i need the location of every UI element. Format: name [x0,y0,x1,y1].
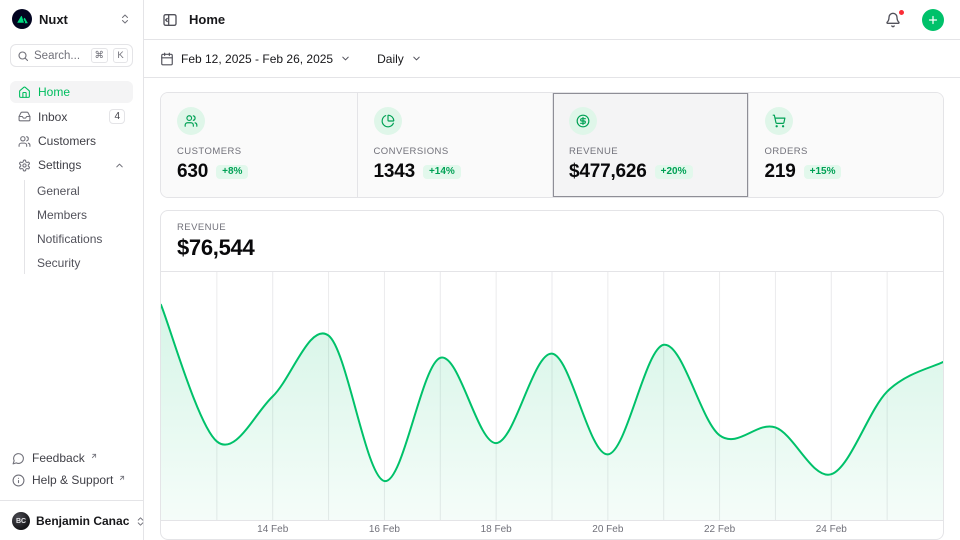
period-select[interactable]: Daily [377,52,422,66]
page-title: Home [189,12,874,27]
dashboard-app: Nuxt Search... ⌘ K Home [0,0,960,540]
x-tick-label: 20 Feb [592,524,623,535]
side-link-label: Help & Support [32,473,113,487]
page-header: Home [144,0,960,40]
workspace-switcher[interactable]: Nuxt [10,9,133,29]
sidebar-item-members[interactable]: Members [33,204,133,226]
stat-value: 1343 [374,161,415,183]
stat-card-revenue[interactable]: REVENUE $477,626 +20% [552,93,748,197]
chart-value: $76,544 [177,235,927,261]
side-link-label: Feedback [32,451,85,465]
home-icon [18,86,31,99]
users-icon [18,135,31,148]
stat-delta-badge: +20% [655,165,693,179]
stat-value: 219 [765,161,796,183]
add-button[interactable] [922,9,944,31]
sidebar-nav: Home Inbox 4 Customers Settings [10,81,133,276]
sidebar-item-label: Customers [38,134,125,148]
search-icon [17,50,29,62]
user-menu[interactable]: BC Benjamin Canac [10,503,133,532]
chart-label: REVENUE [177,222,927,233]
filters-toolbar: Feb 12, 2025 - Feb 26, 2025 Daily [144,40,960,78]
sidebar-item-customers[interactable]: Customers [10,130,133,152]
revenue-area-chart[interactable] [161,272,943,521]
dollar-sign-icon [569,107,597,135]
calendar-icon [160,52,174,66]
divider [0,500,143,501]
sidebar-item-home[interactable]: Home [10,81,133,103]
inbox-icon [18,110,31,123]
external-link-icon [90,449,98,463]
stat-card-conversions[interactable]: CONVERSIONS 1343 +14% [357,93,553,197]
message-circle-icon [12,452,25,465]
sidebar-item-notifications[interactable]: Notifications [33,228,133,250]
stat-card-orders[interactable]: ORDERS 219 +15% [748,93,944,197]
sidebar-item-label: Inbox [38,110,102,124]
x-tick-label: 18 Feb [481,524,512,535]
date-range-value: Feb 12, 2025 - Feb 26, 2025 [181,52,333,66]
search-placeholder: Search... [34,50,86,62]
sidebar: Nuxt Search... ⌘ K Home [0,0,144,540]
settings-subnav: General Members Notifications Security [24,180,133,274]
chevron-down-icon [340,53,351,64]
x-tick-label: 16 Feb [369,524,400,535]
period-value: Daily [377,52,404,66]
info-circle-icon [12,474,25,487]
cart-icon [765,107,793,135]
stat-card-customers[interactable]: CUSTOMERS 630 +8% [161,93,357,197]
stats-grid: CUSTOMERS 630 +8% CONVERSIONS 1343 +14% [160,92,944,198]
main-panel: Home Feb 12, 2025 - Feb 26, 2025 Daily [144,0,960,540]
chart-header: REVENUE $76,544 [161,211,943,272]
chevron-down-icon [411,53,422,64]
search-input[interactable]: Search... ⌘ K [10,44,133,67]
chart-x-axis: 14 Feb 16 Feb 18 Feb 20 Feb 22 Feb 24 Feb [161,521,943,539]
sidebar-item-inbox[interactable]: Inbox 4 [10,105,133,128]
stat-label: ORDERS [765,146,928,157]
stat-label: CUSTOMERS [177,146,341,157]
feedback-link[interactable]: Feedback [10,448,133,468]
workspace-name: Nuxt [39,12,112,27]
plus-icon [927,14,939,26]
stat-delta-badge: +15% [804,165,842,179]
help-support-link[interactable]: Help & Support [10,470,133,490]
stat-delta-badge: +14% [423,165,461,179]
sidebar-item-label: Settings [38,158,107,172]
user-name: Benjamin Canac [36,514,129,528]
chevron-up-icon [114,160,125,171]
sidebar-item-label: Home [38,85,125,99]
avatar: BC [12,512,30,530]
sidebar-item-general[interactable]: General [33,180,133,202]
stat-label: CONVERSIONS [374,146,537,157]
sidebar-footer: Feedback Help & Support BC Benjamin Cana… [10,448,133,532]
sidebar-item-settings[interactable]: Settings [10,154,133,176]
x-tick-label: 22 Feb [704,524,735,535]
stat-value: $477,626 [569,161,647,183]
collapse-sidebar-button[interactable] [160,10,180,30]
stat-value: 630 [177,161,208,183]
date-range-picker[interactable]: Feb 12, 2025 - Feb 26, 2025 [160,52,351,66]
nuxt-logo-icon [12,9,32,29]
chart-canvas [161,272,943,521]
users-icon [177,107,205,135]
chevrons-up-down-icon [119,13,131,25]
inbox-count-badge: 4 [109,109,125,124]
x-tick-label: 14 Feb [257,524,288,535]
chart-pie-icon [374,107,402,135]
gear-icon [18,159,31,172]
kbd-k: K [113,48,128,63]
kbd-cmd: ⌘ [91,48,109,63]
notifications-button[interactable] [883,10,903,30]
stat-delta-badge: +8% [216,165,248,179]
stat-label: REVENUE [569,146,732,157]
content-area: CUSTOMERS 630 +8% CONVERSIONS 1343 +14% [144,78,960,540]
x-tick-label: 24 Feb [816,524,847,535]
revenue-chart-card: REVENUE $76,544 [160,210,944,540]
external-link-icon [118,471,126,485]
notification-dot [898,9,905,16]
sidebar-item-security[interactable]: Security [33,252,133,274]
